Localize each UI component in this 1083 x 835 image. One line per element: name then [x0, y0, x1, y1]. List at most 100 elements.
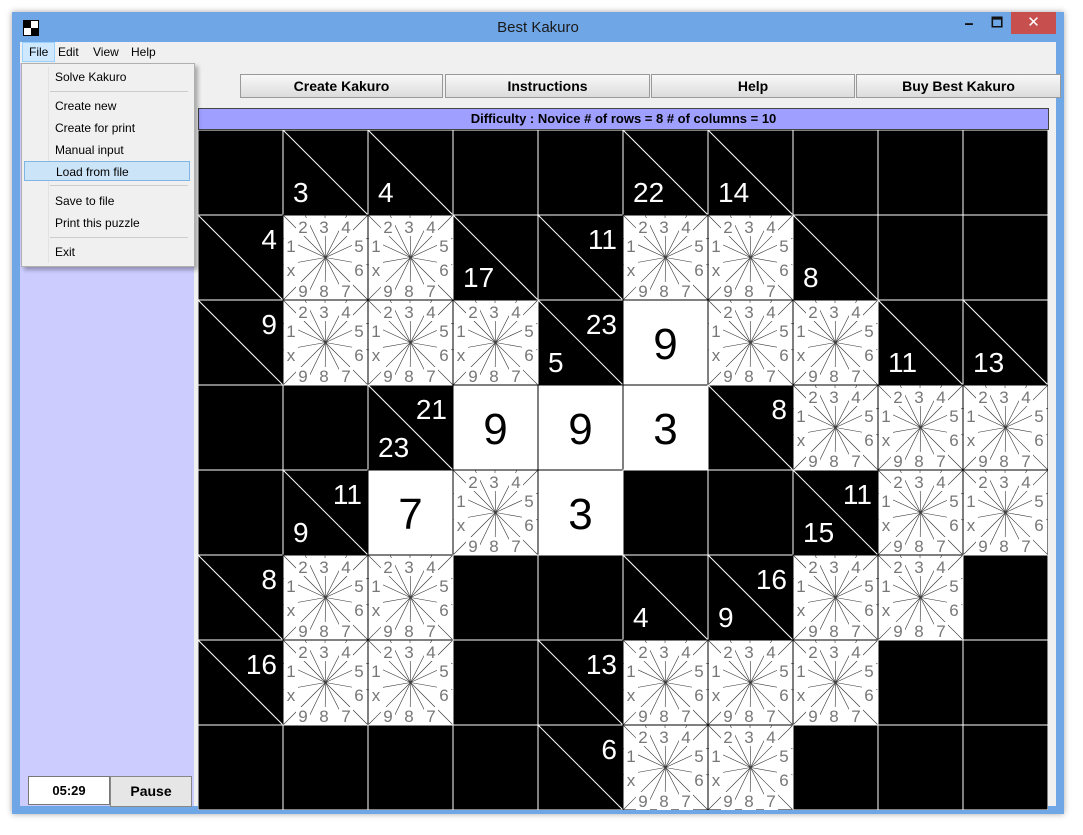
solved-cell: 3: [622, 384, 709, 471]
blocked-cell: [962, 639, 1049, 726]
svg-text:4: 4: [341, 218, 350, 237]
svg-text:x: x: [372, 686, 381, 705]
empty-cell: 12 3 45 6789x: [962, 384, 1049, 471]
svg-text:6: 6: [779, 346, 788, 365]
svg-text:7: 7: [398, 490, 422, 539]
buy-button[interactable]: Buy Best Kakuro: [856, 74, 1061, 98]
blocked-cell: [877, 214, 964, 301]
menu-separator: [50, 91, 188, 92]
down-clue: 9: [293, 517, 309, 548]
svg-text:5: 5: [1034, 492, 1043, 511]
svg-text:2: 2: [298, 218, 307, 237]
clue-cell: 6: [537, 724, 624, 811]
svg-text:3: 3: [829, 558, 838, 577]
blocked-cell: [367, 724, 454, 811]
svg-text:6: 6: [949, 516, 958, 535]
across-clue: 6: [601, 734, 617, 765]
svg-text:2: 2: [383, 218, 392, 237]
svg-text:9: 9: [808, 452, 817, 471]
svg-text:6: 6: [354, 686, 363, 705]
svg-text:5: 5: [1034, 407, 1043, 426]
svg-text:3: 3: [829, 388, 838, 407]
down-clue: 13: [973, 347, 1004, 378]
svg-text:x: x: [457, 516, 466, 535]
svg-text:7: 7: [681, 707, 690, 726]
clue-cell: 16: [197, 639, 284, 726]
svg-text:1: 1: [286, 662, 295, 681]
svg-text:4: 4: [341, 303, 350, 322]
svg-text:3: 3: [489, 473, 498, 492]
svg-text:4: 4: [851, 303, 860, 322]
menu-item-create-print[interactable]: Create for print: [24, 118, 190, 138]
svg-text:x: x: [712, 261, 721, 280]
kakuro-board: 3 4 22 14 4 1 2 3 4 5 6 7 8 9 x 1 2 3 4 5 6 7 8 9 x 17 11 1 2 3 4 5 6 7 8 9…: [197, 129, 1049, 815]
svg-text:4: 4: [766, 218, 775, 237]
svg-text:8: 8: [489, 367, 498, 386]
down-clue: 8: [803, 262, 819, 293]
svg-text:3: 3: [659, 643, 668, 662]
instructions-button[interactable]: Instructions: [445, 74, 650, 98]
blocked-cell: [622, 469, 709, 556]
menu-edit[interactable]: Edit: [52, 43, 85, 61]
title-bar[interactable]: Best Kakuro 🗕 🗖 ✕: [12, 12, 1064, 42]
help-button[interactable]: Help: [651, 74, 855, 98]
svg-text:9: 9: [808, 707, 817, 726]
svg-text:8: 8: [999, 452, 1008, 471]
svg-text:9: 9: [723, 707, 732, 726]
svg-text:7: 7: [766, 282, 775, 301]
clue-cell: 8: [792, 214, 879, 301]
blocked-cell: [537, 129, 624, 216]
blocked-cell: [962, 214, 1049, 301]
blocked-cell: [452, 554, 539, 641]
menu-help[interactable]: Help: [125, 43, 162, 61]
close-icon[interactable]: ✕: [1011, 12, 1056, 34]
pause-button[interactable]: Pause: [110, 776, 192, 807]
svg-text:2: 2: [808, 303, 817, 322]
empty-cell: 12 3 45 6789x: [792, 639, 879, 726]
across-clue: 11: [588, 224, 617, 255]
menu-view[interactable]: View: [87, 43, 125, 61]
svg-text:4: 4: [936, 558, 945, 577]
across-clue: 8: [261, 564, 277, 595]
svg-text:7: 7: [341, 367, 350, 386]
create-kakuro-button[interactable]: Create Kakuro: [240, 74, 443, 98]
across-clue: 9: [261, 309, 277, 340]
down-clue: 23: [378, 432, 409, 463]
menu-item-create-new[interactable]: Create new: [24, 96, 190, 116]
svg-text:3: 3: [659, 218, 668, 237]
menu-item-manual-input[interactable]: Manual input: [24, 140, 190, 160]
svg-text:6: 6: [524, 516, 533, 535]
svg-text:9: 9: [468, 367, 477, 386]
minimize-icon[interactable]: 🗕: [956, 12, 982, 34]
clue-cell: 11 15: [792, 469, 879, 556]
svg-text:2: 2: [298, 643, 307, 662]
blocked-cell: [877, 724, 964, 811]
svg-text:2: 2: [638, 218, 647, 237]
svg-text:8: 8: [319, 367, 328, 386]
menu-item-load-file[interactable]: Load from file: [24, 161, 190, 181]
menu-item-print[interactable]: Print this puzzle: [24, 213, 190, 233]
maximize-icon[interactable]: 🗖: [984, 12, 1010, 34]
svg-text:9: 9: [383, 367, 392, 386]
menu-item-exit[interactable]: Exit: [24, 242, 190, 262]
across-clue: 16: [756, 564, 787, 595]
menu-separator: [50, 237, 188, 238]
menu-bar: File Edit View Help: [20, 42, 1056, 62]
svg-text:8: 8: [404, 282, 413, 301]
svg-text:7: 7: [936, 537, 945, 556]
svg-text:9: 9: [468, 537, 477, 556]
svg-text:8: 8: [829, 452, 838, 471]
svg-text:5: 5: [524, 492, 533, 511]
empty-cell: 12 3 45 6789x: [707, 639, 794, 726]
svg-text:2: 2: [893, 388, 902, 407]
empty-cell: 12 3 45 6789x: [792, 384, 879, 471]
menu-item-save-file[interactable]: Save to file: [24, 191, 190, 211]
svg-text:3: 3: [568, 490, 592, 539]
empty-cell: 12 3 45 6789x: [367, 299, 454, 386]
menu-file[interactable]: File: [22, 42, 56, 62]
board-grid[interactable]: 3 4 22 144 12 3 456789x12 3 456789x 1711 12 3 456789…: [197, 129, 1049, 811]
menu-item-solve[interactable]: Solve Kakuro: [24, 67, 190, 87]
svg-text:2: 2: [298, 558, 307, 577]
svg-text:x: x: [882, 601, 891, 620]
clue-cell: 4: [367, 129, 454, 216]
